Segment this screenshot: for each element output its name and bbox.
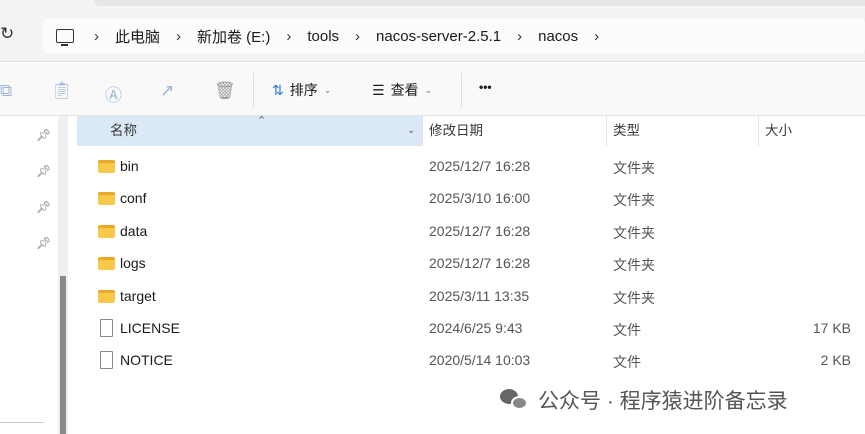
file-type: 文件夹: [613, 192, 655, 209]
column-header-date[interactable]: 修改日期: [429, 116, 483, 146]
pin-icon[interactable]: 📌︎: [36, 128, 51, 142]
file-date: 2025/3/11 13:35: [429, 287, 530, 304]
file-name: NOTICE: [120, 352, 173, 369]
column-size-label: 大小: [765, 123, 792, 138]
file-type: 文件: [613, 354, 641, 371]
chevron-down-icon[interactable]: ⌄: [407, 116, 415, 146]
breadcrumb-tools[interactable]: tools: [307, 28, 339, 45]
more-options-button[interactable]: •••: [479, 80, 492, 94]
folder-icon: [98, 289, 115, 303]
breadcrumb-nacos-server[interactable]: nacos-server-2.5.1: [376, 28, 501, 45]
file-row[interactable]: data 2025/12/7 16:28 文件夹: [77, 216, 865, 248]
chevron-right-icon[interactable]: ›: [94, 28, 99, 45]
chevron-down-icon: ⌄: [323, 84, 332, 95]
more-icon: •••: [479, 80, 492, 94]
file-name: bin: [120, 158, 139, 174]
column-date-label: 修改日期: [429, 123, 483, 138]
column-header-type[interactable]: 类型: [613, 116, 640, 146]
file-date: 2025/12/7 16:28: [429, 222, 531, 239]
column-header: 名称 ⌃ ⌄ 修改日期 类型 大小: [77, 115, 865, 146]
column-header-size[interactable]: 大小: [765, 116, 792, 146]
navigation-pane: 📌︎ 📌︎ 📌︎ 📌︎: [0, 116, 58, 434]
breadcrumb-drive[interactable]: 新加卷 (E:): [197, 26, 270, 47]
folder-icon: [98, 192, 115, 206]
wechat-icon: [500, 389, 530, 411]
file-row[interactable]: bin 2025/12/7 16:28 文件夹: [77, 151, 865, 183]
file-row[interactable]: target 2025/3/11 13:35 文件夹: [77, 281, 865, 313]
file-date: 2025/3/10 16:00: [429, 190, 531, 207]
folder-icon: [98, 224, 115, 238]
paste-icon[interactable]: 📋︎: [51, 81, 73, 101]
sort-ascending-icon: ⌃: [257, 115, 267, 127]
command-bar: ⧉ 📋︎ Ⓐ ↗ 🗑︎ ⇅ 排序 ⌄ ☰ 查看 ⌄ •••: [0, 63, 865, 116]
divider: [461, 73, 462, 107]
chevron-right-icon[interactable]: ›: [176, 28, 181, 45]
folder-icon: [98, 257, 115, 271]
share-icon[interactable]: ↗: [160, 81, 174, 101]
chevron-right-icon[interactable]: ›: [286, 28, 291, 45]
sort-label: 排序: [289, 82, 318, 98]
file-row[interactable]: conf 2025/3/10 16:00 文件夹: [77, 183, 865, 215]
file-date: 2020/5/14 10:03: [429, 352, 531, 369]
file-date: 2025/12/7 16:28: [429, 255, 531, 272]
watermark-text: 公众号 · 程序猿进阶备忘录: [538, 390, 788, 413]
file-row[interactable]: NOTICE 2020/5/14 10:03 文件 2 KB: [77, 345, 865, 377]
address-bar[interactable]: › 此电脑 › 新加卷 (E:) › tools › nacos-server-…: [42, 18, 865, 54]
file-icon: [100, 319, 113, 337]
sort-icon: ⇅: [272, 81, 284, 98]
chevron-right-icon[interactable]: ›: [594, 28, 599, 45]
tab-strip: [94, 0, 865, 6]
column-divider[interactable]: [422, 116, 423, 146]
view-list-icon: ☰: [372, 81, 385, 98]
column-header-name[interactable]: 名称 ⌃ ⌄: [77, 115, 422, 146]
file-name: LICENSE: [120, 320, 180, 336]
file-type: 文件夹: [613, 257, 655, 274]
file-size: 17 KB: [812, 320, 851, 336]
view-button[interactable]: ☰ 查看 ⌄: [372, 80, 432, 100]
title-area: ↻ › 此电脑 › 新加卷 (E:) › tools › nacos-serve…: [0, 0, 865, 62]
file-type: 文件夹: [613, 289, 655, 306]
column-name-label: 名称: [110, 123, 137, 138]
file-size: 2 KB: [820, 352, 851, 369]
file-name: logs: [120, 255, 146, 272]
refresh-icon[interactable]: ↻: [0, 24, 14, 44]
chevron-right-icon[interactable]: ›: [355, 28, 360, 45]
file-name: target: [120, 287, 156, 304]
chevron-down-icon: ⌄: [424, 84, 433, 95]
chevron-right-icon[interactable]: ›: [517, 28, 522, 45]
file-type: 文件: [613, 322, 641, 338]
column-divider[interactable]: [606, 116, 607, 146]
pin-icon[interactable]: 📌︎: [36, 236, 51, 250]
divider: [253, 73, 254, 107]
file-type: 文件夹: [613, 224, 655, 241]
file-type: 文件夹: [613, 160, 655, 176]
breadcrumb-this-pc[interactable]: 此电脑: [115, 26, 160, 47]
file-name: data: [120, 222, 148, 239]
file-row[interactable]: LICENSE 2024/6/25 9:43 文件 17 KB: [77, 313, 865, 345]
column-divider[interactable]: [758, 116, 759, 146]
computer-icon: [56, 29, 74, 46]
file-icon: [100, 351, 113, 370]
sort-button[interactable]: ⇅ 排序 ⌄: [272, 80, 331, 100]
rename-icon[interactable]: Ⓐ: [105, 81, 122, 106]
file-date: 2024/6/25 9:43: [429, 320, 523, 336]
breadcrumb-nacos[interactable]: nacos: [538, 28, 578, 45]
delete-icon[interactable]: 🗑︎: [214, 81, 236, 101]
scrollbar-thumb[interactable]: [60, 276, 66, 434]
file-name: conf: [120, 190, 147, 207]
file-row[interactable]: logs 2025/12/7 16:28 文件夹: [77, 248, 865, 280]
nav-scrollbar[interactable]: [58, 116, 68, 434]
pin-icon[interactable]: 📌︎: [36, 164, 51, 178]
pin-icon[interactable]: 📌︎: [36, 200, 51, 214]
file-date: 2025/12/7 16:28: [429, 158, 531, 174]
view-label: 查看: [390, 82, 419, 98]
copy-icon[interactable]: ⧉: [0, 81, 12, 101]
watermark: 公众号 · 程序猿进阶备忘录: [500, 385, 788, 415]
divider: [0, 422, 44, 423]
column-type-label: 类型: [613, 123, 640, 138]
folder-icon: [98, 160, 115, 173]
